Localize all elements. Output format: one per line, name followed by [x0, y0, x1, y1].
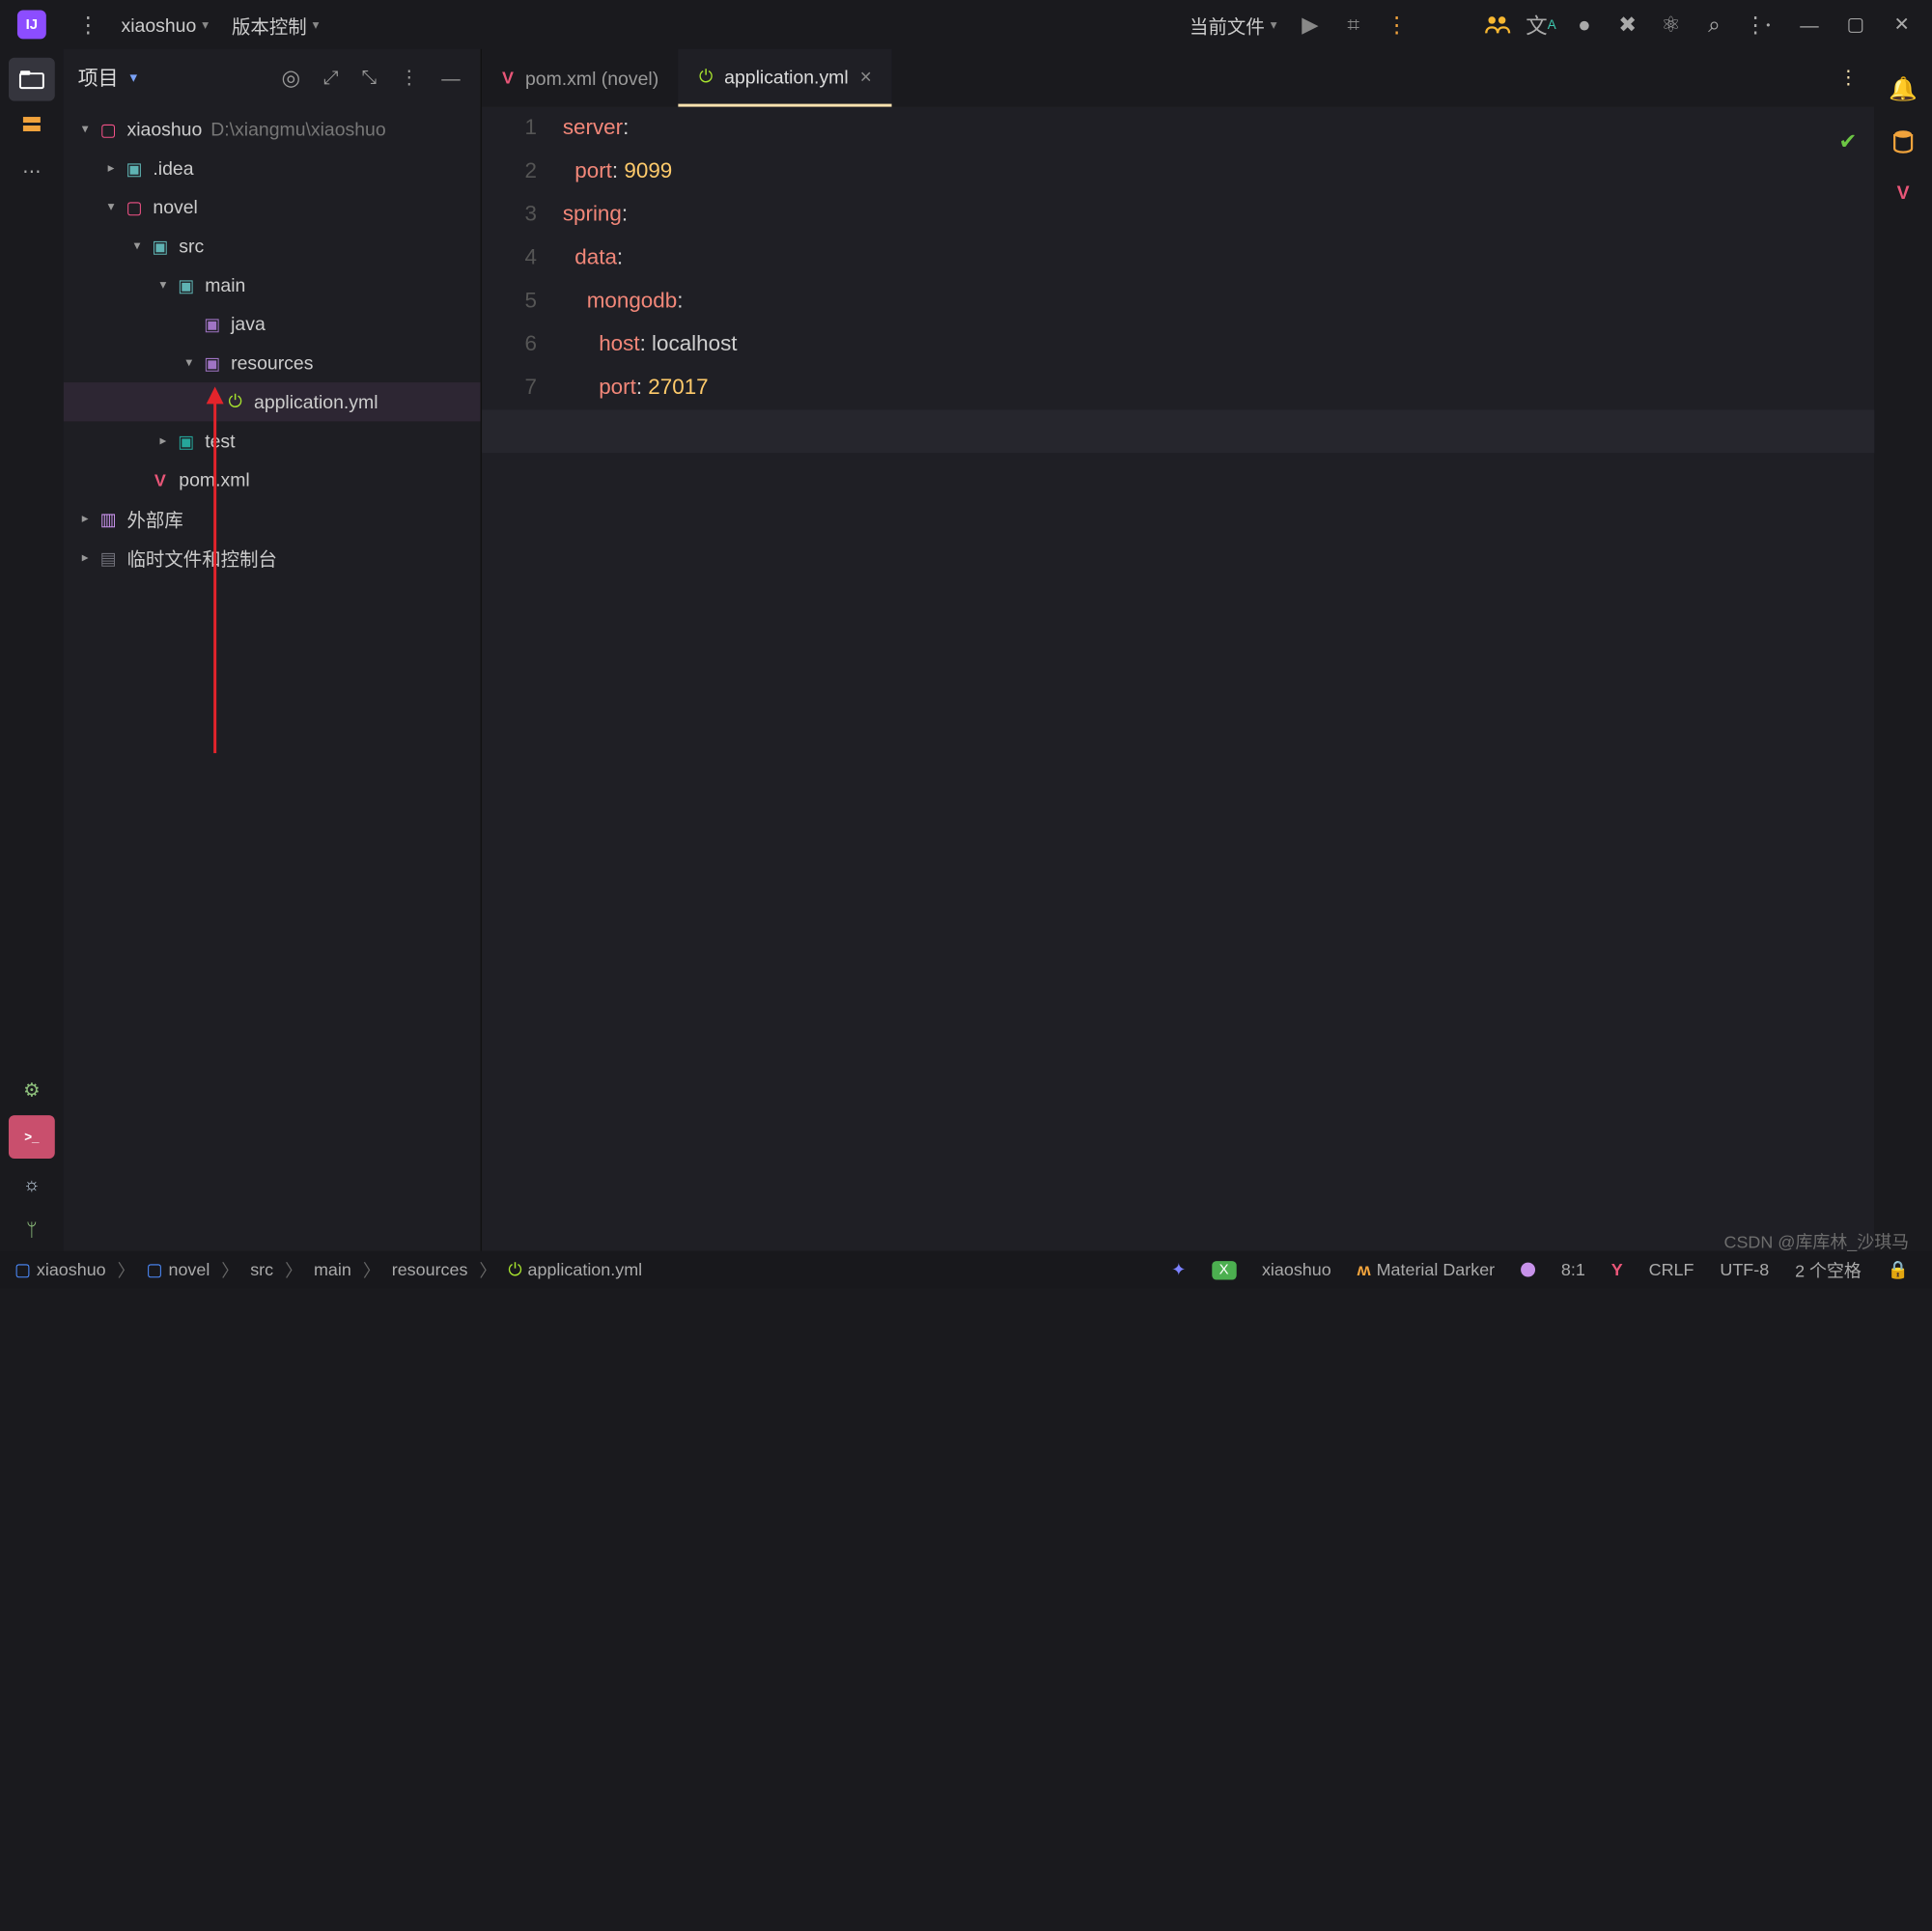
editor: Vpom.xml (novel) ⏻application.yml× ⋮ 123…: [482, 49, 1874, 1251]
gutter: 12345678: [482, 107, 557, 1251]
collapse-all-icon[interactable]: ⤡: [356, 64, 383, 93]
rail-settings-icon[interactable]: ⚙: [9, 1069, 55, 1112]
debug-icon[interactable]: ⌗: [1331, 13, 1375, 37]
crumb-root[interactable]: ▢xiaoshuo: [14, 1260, 106, 1280]
atom-icon[interactable]: ⚛: [1649, 12, 1693, 38]
status-eol[interactable]: CRLF: [1640, 1260, 1703, 1280]
title-bar: IJ ⋮ xiaoshuo▾ 版本控制▾ 当前文件▾ ▶ ⌗ ⋮ 文A ● ✖ …: [0, 0, 1932, 49]
rail-git-icon[interactable]: ᛘ: [9, 1208, 55, 1251]
tree-scratches[interactable]: ▸▤临时文件和控制台: [64, 538, 481, 576]
status-bar: ▢xiaoshuo〉 ▢novel〉 src〉 main〉 resources〉…: [0, 1251, 1932, 1289]
minimize-button[interactable]: —: [1791, 6, 1829, 43]
tree-external-libs[interactable]: ▸▥外部库: [64, 499, 481, 538]
tabs-menu-icon[interactable]: ⋮: [1822, 49, 1874, 107]
tree-test[interactable]: ▸▣test: [64, 421, 481, 460]
maximize-button[interactable]: ▢: [1836, 6, 1874, 43]
status-position[interactable]: 8:1: [1553, 1260, 1594, 1280]
rail-terminal-icon[interactable]: >_: [9, 1115, 55, 1159]
crumb-src[interactable]: src: [250, 1260, 273, 1280]
rail-database-icon[interactable]: [9, 104, 55, 148]
status-theme[interactable]: ʍMaterial Darker: [1349, 1260, 1503, 1280]
editor-tabs: Vpom.xml (novel) ⏻application.yml× ⋮: [482, 49, 1874, 107]
crumb-main[interactable]: main: [314, 1260, 351, 1280]
status-dot-icon[interactable]: [1512, 1263, 1544, 1277]
code-with-me-icon[interactable]: [1476, 14, 1520, 35]
ide-logo-icon: IJ: [17, 10, 46, 39]
status-y-icon[interactable]: Y: [1603, 1260, 1632, 1280]
status-project[interactable]: xiaoshuo: [1253, 1260, 1340, 1280]
tree-java[interactable]: ▣java: [64, 304, 481, 343]
close-button[interactable]: ✕: [1883, 6, 1920, 43]
search-icon[interactable]: ⌕: [1693, 13, 1736, 37]
tree-pom[interactable]: Vpom.xml: [64, 461, 481, 499]
sidebar-header: 项目 ▾ ◎ ⤢ ⤡ ⋮ —: [64, 49, 481, 107]
project-sidebar: 项目 ▾ ◎ ⤢ ⤡ ⋮ — ▾▢xiaoshuoD:\xiangmu\xiao…: [64, 49, 482, 1251]
maven-tool-icon[interactable]: V: [1897, 182, 1910, 203]
status-lock-icon[interactable]: 🔒: [1879, 1260, 1918, 1280]
hide-sidebar-icon[interactable]: —: [435, 65, 465, 92]
tree-novel[interactable]: ▾▢novel: [64, 187, 481, 226]
database-tool-icon[interactable]: [1891, 129, 1915, 155]
status-indent[interactable]: 2 个空格: [1786, 1257, 1870, 1281]
status-graph-icon[interactable]: ✦: [1162, 1260, 1194, 1280]
rail-project-icon[interactable]: [9, 58, 55, 101]
sidebar-title[interactable]: 项目: [78, 64, 119, 93]
rail-more-icon[interactable]: ⋯: [9, 150, 55, 193]
crumb-file[interactable]: ⏻application.yml: [508, 1259, 642, 1280]
tree-resources[interactable]: ▾▣resources: [64, 344, 481, 382]
status-encoding[interactable]: UTF-8: [1711, 1260, 1778, 1280]
more-run-icon[interactable]: ⋮: [1375, 12, 1418, 38]
rail-problems-icon[interactable]: ☼: [9, 1161, 55, 1205]
run-config-selector[interactable]: 当前文件▾: [1178, 5, 1288, 43]
tree-idea[interactable]: ▸▣.idea: [64, 149, 481, 187]
status-dot-icon[interactable]: ●: [1562, 13, 1606, 37]
left-tool-rail: ⋯ ⚙ >_ ☼ ᛘ: [0, 49, 64, 1251]
expand-all-icon[interactable]: ⤢: [318, 64, 345, 93]
crumb-novel[interactable]: ▢novel: [147, 1260, 210, 1280]
vcs-selector[interactable]: 版本控制▾: [220, 5, 330, 43]
tab-close-icon[interactable]: ×: [860, 65, 872, 88]
tab-pom[interactable]: Vpom.xml (novel): [482, 49, 679, 107]
sidebar-menu-icon[interactable]: ⋮: [394, 64, 424, 93]
target-icon[interactable]: ◎: [276, 62, 307, 94]
project-selector[interactable]: xiaoshuo▾: [110, 8, 220, 41]
translate-icon[interactable]: 文A: [1520, 10, 1563, 40]
settings-icon[interactable]: ⋮•: [1736, 12, 1779, 38]
tree-application-yml[interactable]: ⏻application.yml: [64, 382, 481, 421]
code-lines[interactable]: server: port: 9099 spring: data: mongodb…: [557, 107, 1874, 1251]
crumb-resources[interactable]: resources: [392, 1260, 468, 1280]
main-menu-button[interactable]: ⋮: [67, 12, 110, 38]
tools-icon[interactable]: ✖: [1606, 12, 1649, 38]
run-icon[interactable]: ▶: [1288, 12, 1331, 38]
project-tree: ▾▢xiaoshuoD:\xiangmu\xiaoshuo ▸▣.idea ▾▢…: [64, 107, 481, 1251]
status-x-badge[interactable]: X: [1203, 1260, 1245, 1278]
tab-application-yml[interactable]: ⏻application.yml×: [679, 49, 892, 107]
tree-src[interactable]: ▾▣src: [64, 227, 481, 266]
code-area[interactable]: 12345678 server: port: 9099 spring: data…: [482, 107, 1874, 1251]
tree-main[interactable]: ▾▣main: [64, 266, 481, 304]
chevron-down-icon[interactable]: ▾: [129, 70, 137, 85]
right-tool-rail: 🔔 V: [1874, 49, 1932, 1251]
tree-root[interactable]: ▾▢xiaoshuoD:\xiangmu\xiaoshuo: [64, 110, 481, 149]
notifications-icon[interactable]: 🔔: [1889, 75, 1918, 104]
